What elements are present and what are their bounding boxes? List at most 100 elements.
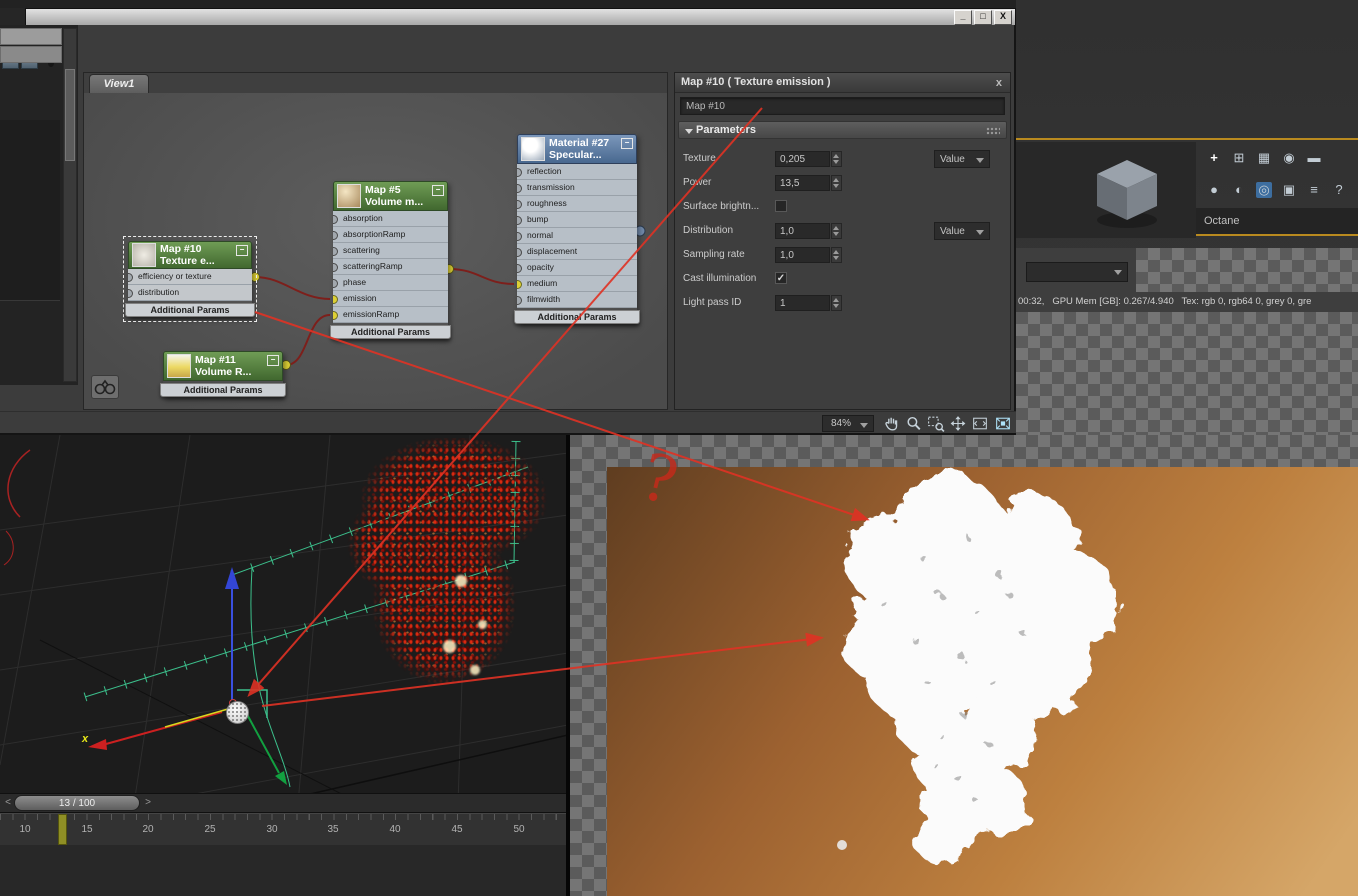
material-ball-icon[interactable]: ● [1206, 182, 1222, 198]
pan-hand-icon[interactable] [882, 414, 902, 433]
spinner-control[interactable] [831, 295, 842, 311]
help-icon[interactable]: ? [1331, 182, 1347, 198]
collapse-button[interactable]: − [621, 138, 633, 149]
panel-icon[interactable]: ▬ [1306, 150, 1322, 166]
additional-params-bar[interactable]: Additional Params [330, 325, 451, 339]
render-preset-dropdown[interactable] [1026, 262, 1128, 282]
focus-pick-icon[interactable]: ◉ [1281, 150, 1297, 166]
spinner-control[interactable] [831, 151, 842, 167]
value-mode-dropdown[interactable]: Value [934, 222, 990, 240]
additional-params-bar[interactable]: Additional Params [125, 303, 255, 317]
input-socket[interactable] [333, 247, 338, 256]
browser-scrollbar[interactable] [63, 28, 77, 382]
node-header[interactable]: Map #11 Volume R... − [163, 351, 283, 381]
minimize-button[interactable]: _ [954, 10, 972, 25]
input-socket[interactable] [128, 289, 133, 298]
render-viewport[interactable]: ? [570, 435, 1358, 896]
browser-rollout[interactable] [0, 28, 62, 45]
value-mode-dropdown[interactable]: Value [934, 150, 990, 168]
prev-frame-button[interactable]: < [2, 794, 14, 812]
input-socket[interactable] [333, 231, 338, 240]
input-socket[interactable] [517, 232, 522, 241]
input-socket-connected[interactable] [517, 280, 522, 289]
input-socket[interactable] [517, 296, 522, 305]
checkbox-unchecked[interactable] [775, 200, 787, 212]
spinner-control[interactable] [831, 175, 842, 191]
grid-icon[interactable]: ▦ [1256, 150, 1272, 166]
input-socket[interactable] [517, 168, 522, 177]
window-titlebar[interactable]: _ □ X [25, 8, 1016, 25]
parameters-rollout[interactable]: Parameters [678, 121, 1007, 139]
emitter-object[interactable] [226, 701, 249, 724]
browser-list-item[interactable] [0, 282, 60, 301]
param-value-input[interactable]: 1,0 [775, 223, 830, 239]
input-socket[interactable] [333, 263, 338, 272]
param-value-input[interactable]: 13,5 [775, 175, 830, 191]
node-map10[interactable]: Map #10 Texture e... − efficiency or tex… [123, 236, 257, 322]
next-frame-button[interactable]: > [142, 794, 154, 812]
collapse-button[interactable]: − [236, 245, 248, 256]
pan-all-directions-icon[interactable] [948, 414, 968, 433]
spinner-control[interactable] [831, 247, 842, 263]
spinner-control[interactable] [831, 223, 842, 239]
track-bar[interactable]: 10 15 20 25 30 35 40 45 50 [0, 813, 568, 845]
additional-params-bar[interactable]: Additional Params [514, 310, 640, 324]
region-icon[interactable]: ⊞ [1231, 150, 1247, 166]
param-value-input[interactable]: 1 [775, 295, 830, 311]
node-header[interactable]: Material #27 Specular... − [517, 134, 637, 164]
browser-list-item[interactable] [0, 192, 60, 211]
node-map5[interactable]: Map #5 Volume m... − absorption absorpti… [330, 181, 451, 339]
additional-params-bar[interactable]: Additional Params [160, 383, 286, 397]
input-socket[interactable] [128, 273, 133, 282]
zoom-region-icon[interactable] [926, 414, 946, 433]
zoom-tool-icon[interactable] [904, 414, 924, 433]
pan-to-selected-button[interactable] [91, 375, 119, 399]
checkbox-checked[interactable]: ✓ [775, 272, 787, 284]
input-socket[interactable] [517, 216, 522, 225]
input-socket[interactable] [517, 200, 522, 209]
node-header[interactable]: Map #10 Texture e... − [128, 241, 252, 269]
browser-list-item[interactable] [0, 228, 60, 247]
add-render-target-icon[interactable]: + [1206, 150, 1222, 166]
split-view-icon[interactable]: ▣ [1281, 182, 1297, 198]
input-socket[interactable] [517, 264, 522, 273]
input-socket[interactable] [517, 184, 522, 193]
param-value-input[interactable]: 0,205 [775, 151, 830, 167]
panel-close-icon[interactable]: x [996, 75, 1002, 91]
maximize-button[interactable]: □ [974, 10, 992, 25]
input-socket-connected[interactable] [333, 311, 338, 320]
node-material27[interactable]: Material #27 Specular... − reflection tr… [514, 134, 640, 324]
node-map11[interactable]: Map #11 Volume R... − Additional Params [160, 351, 286, 397]
close-button[interactable]: X [994, 10, 1012, 25]
parameters-panel-header[interactable]: Map #10 ( Texture emission ) x [675, 73, 1010, 93]
zoom-level-dropdown[interactable]: 84% [822, 415, 874, 432]
collapse-button[interactable]: − [432, 185, 444, 196]
3d-viewport[interactable]: x < 13 / 100 > 10 15 20 25 30 35 40 45 5… [0, 435, 568, 896]
pick-material-icon[interactable]: ◎ [1256, 182, 1272, 198]
browser-list-item[interactable] [0, 264, 60, 283]
zoom-extents-icon[interactable] [970, 414, 990, 433]
material-name-input[interactable]: Map #10 [680, 97, 1005, 115]
node-header[interactable]: Map #5 Volume m... − [333, 181, 448, 211]
browser-list-item[interactable] [0, 210, 60, 229]
browser-list-item[interactable] [0, 156, 60, 175]
browser-list-item[interactable] [0, 174, 60, 193]
layers-icon[interactable]: ≡ [1306, 182, 1322, 198]
scrollbar-handle[interactable] [65, 69, 75, 161]
node-canvas[interactable]: Map #10 Texture e... − efficiency or tex… [84, 93, 667, 409]
node-view-panel[interactable]: View1 Map #10 Texture e... − efficiency … [83, 72, 668, 410]
zoom-extents-selected-icon[interactable] [993, 414, 1013, 433]
browser-list-item[interactable] [0, 246, 60, 265]
current-frame-marker[interactable] [58, 814, 67, 845]
octane-tab[interactable]: Octane [1196, 208, 1358, 236]
input-socket-connected[interactable] [333, 295, 338, 304]
collapse-button[interactable]: − [267, 355, 279, 366]
time-slider-track[interactable]: < 13 / 100 > [0, 793, 568, 813]
browser-list-item[interactable] [0, 120, 60, 139]
browser-rollout[interactable] [0, 46, 62, 63]
time-slider-handle[interactable]: 13 / 100 [14, 795, 140, 811]
shading-icon[interactable]: ◐ [1231, 182, 1247, 198]
input-socket[interactable] [333, 279, 338, 288]
input-socket[interactable] [333, 215, 338, 224]
browser-list-item[interactable] [0, 138, 60, 157]
